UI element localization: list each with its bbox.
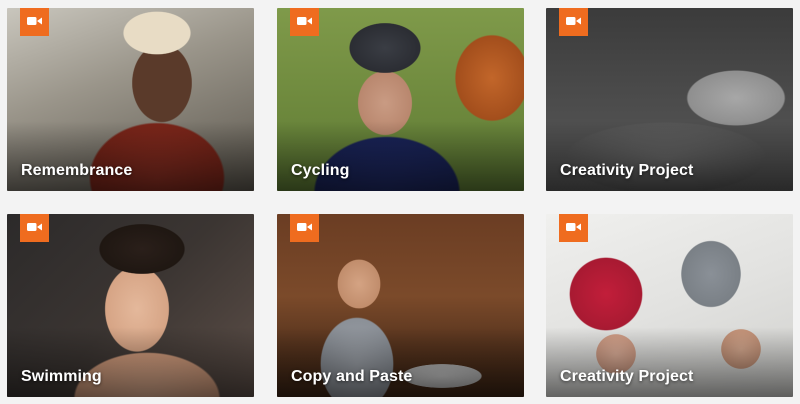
video-badge bbox=[559, 214, 588, 242]
video-card-cycling[interactable]: Cycling bbox=[277, 8, 524, 191]
video-camera-icon bbox=[297, 219, 312, 237]
video-camera-icon bbox=[297, 13, 312, 31]
video-card-copy-and-paste[interactable]: Copy and Paste bbox=[277, 214, 524, 397]
thumbnail-overlay bbox=[277, 327, 524, 397]
video-title[interactable]: Copy and Paste bbox=[291, 368, 412, 386]
video-title[interactable]: Swimming bbox=[21, 368, 102, 386]
thumbnail-overlay bbox=[7, 121, 254, 191]
thumbnail-overlay bbox=[277, 121, 524, 191]
video-grid: Remembrance Cycling Creativity Project S… bbox=[0, 0, 800, 404]
video-camera-icon bbox=[566, 219, 581, 237]
video-card-creativity-project[interactable]: Creativity Project bbox=[546, 8, 793, 191]
video-title[interactable]: Creativity Project bbox=[560, 162, 693, 180]
video-camera-icon bbox=[27, 13, 42, 31]
video-title[interactable]: Creativity Project bbox=[560, 368, 693, 386]
video-badge bbox=[20, 214, 49, 242]
video-camera-icon bbox=[566, 13, 581, 31]
thumbnail-overlay bbox=[546, 121, 793, 191]
video-badge bbox=[559, 8, 588, 36]
video-title[interactable]: Remembrance bbox=[21, 162, 132, 180]
video-badge bbox=[20, 8, 49, 36]
video-card-swimming[interactable]: Swimming bbox=[7, 214, 254, 397]
thumbnail-overlay bbox=[7, 327, 254, 397]
video-badge bbox=[290, 8, 319, 36]
video-badge bbox=[290, 214, 319, 242]
video-title[interactable]: Cycling bbox=[291, 162, 350, 180]
thumbnail-overlay bbox=[546, 327, 793, 397]
video-card-creativity-project-2[interactable]: Creativity Project bbox=[546, 214, 793, 397]
video-card-remembrance[interactable]: Remembrance bbox=[7, 8, 254, 191]
video-camera-icon bbox=[27, 219, 42, 237]
